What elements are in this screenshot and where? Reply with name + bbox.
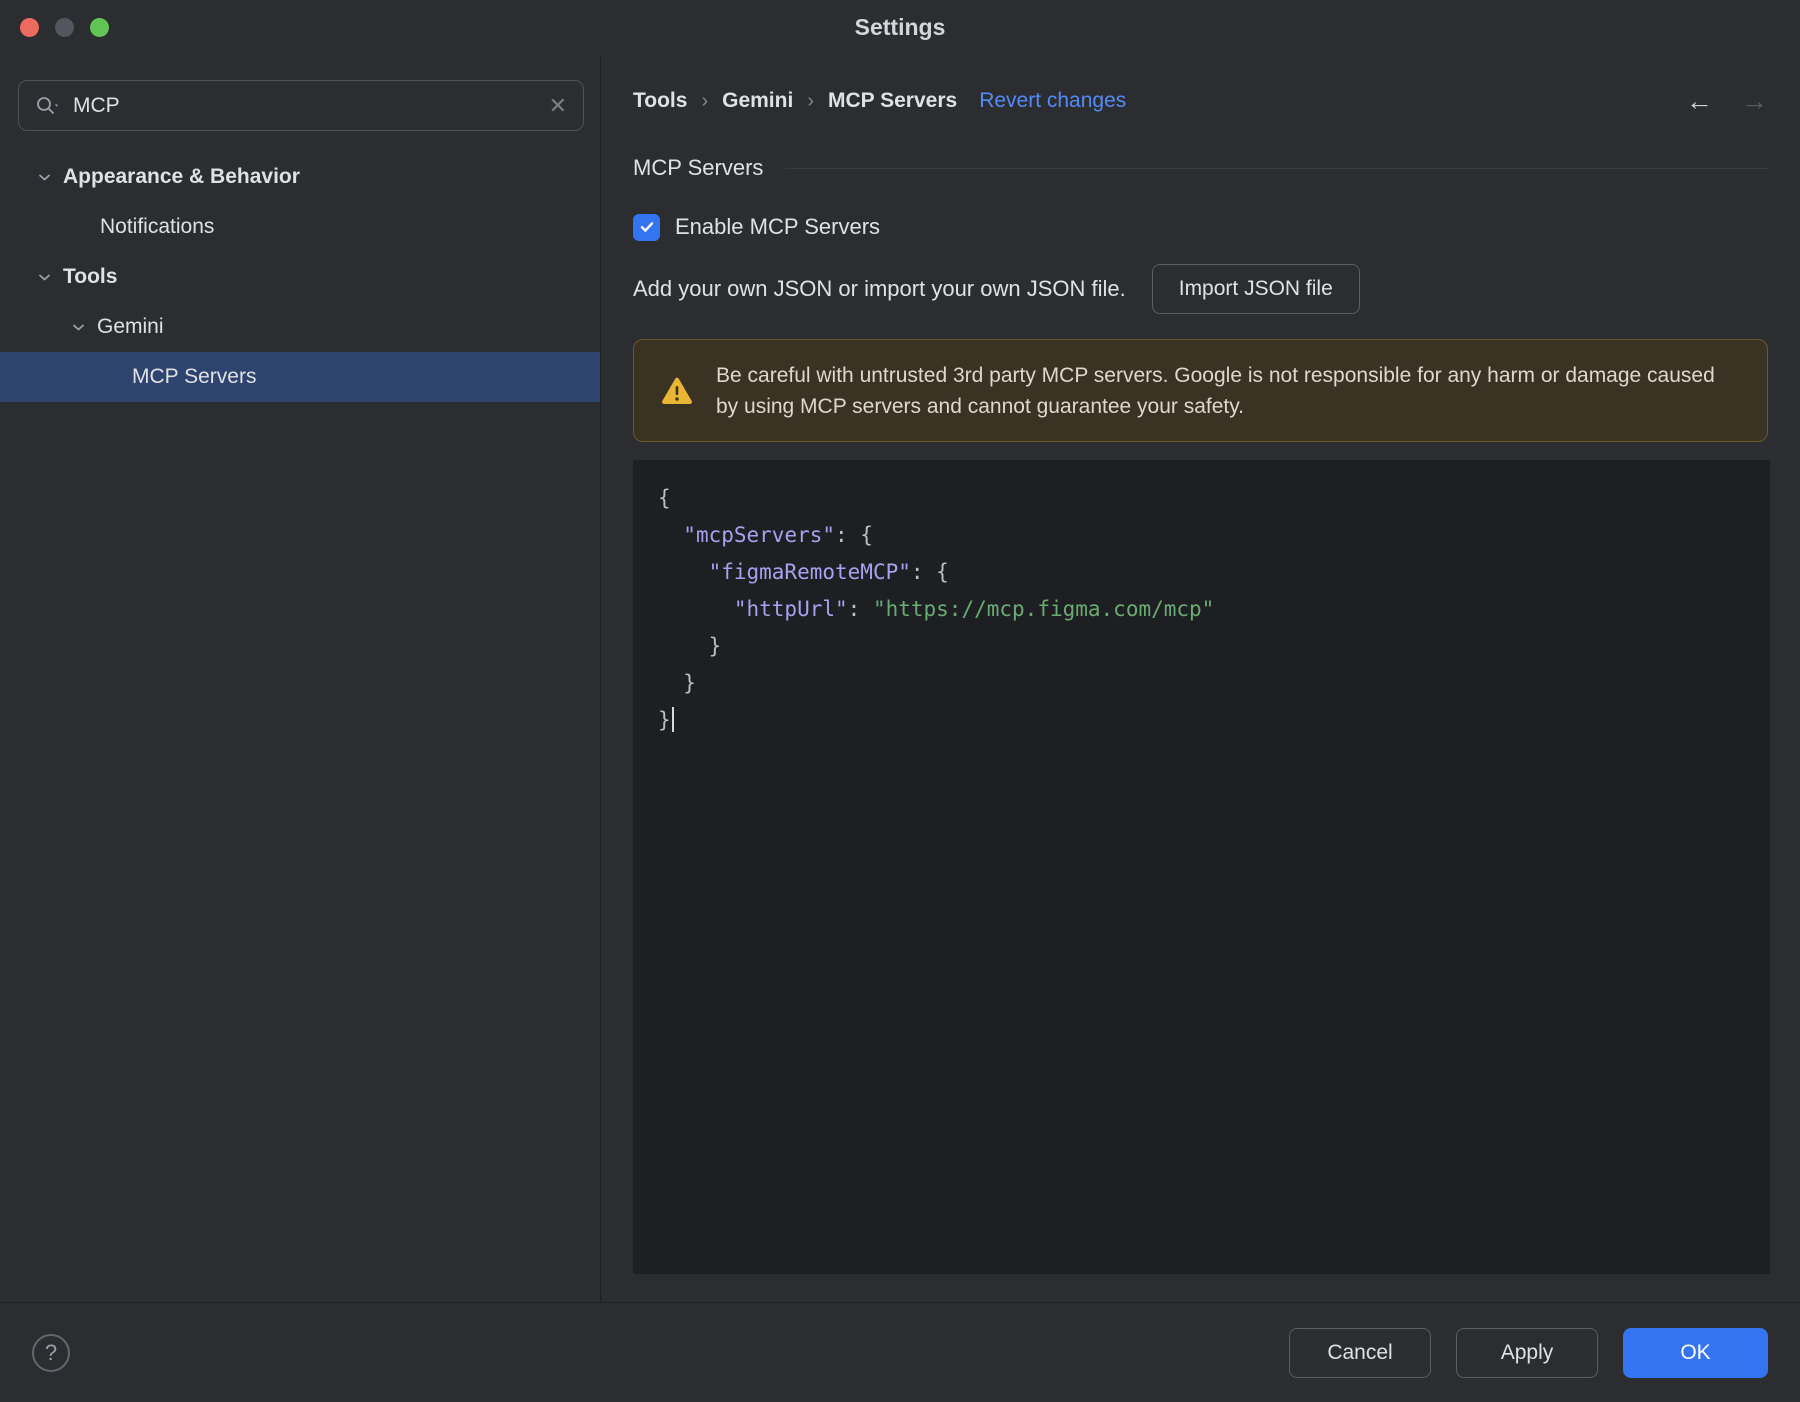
sidebar-item-label: Notifications [100, 215, 215, 238]
breadcrumb-item-tools[interactable]: Tools [633, 89, 687, 113]
json-code: { "mcpServers": { "figmaRemoteMCP": { "h… [658, 480, 1745, 739]
code-line: { [658, 486, 671, 510]
code-line: } [708, 634, 722, 658]
settings-sidebar: ✕ Appearance & Behavior Notifications To… [0, 55, 601, 1302]
settings-main-pane: Tools › Gemini › MCP Servers Revert chan… [601, 55, 1800, 1302]
sidebar-item-label: Appearance & Behavior [63, 165, 300, 188]
add-json-text: Add your own JSON or import your own JSO… [633, 276, 1126, 301]
search-icon[interactable] [35, 95, 61, 117]
title-bar: Settings [0, 0, 1800, 55]
back-arrow-icon[interactable]: ← [1686, 87, 1713, 115]
json-editor[interactable]: { "mcpServers": { "figmaRemoteMCP": { "h… [633, 460, 1770, 1274]
breadcrumb-item-gemini[interactable]: Gemini [722, 89, 793, 113]
settings-tree: Appearance & Behavior Notifications Tool… [0, 152, 600, 402]
section-header: MCP Servers [633, 150, 1768, 186]
help-button[interactable]: ? [32, 1333, 70, 1372]
cancel-button[interactable]: Cancel [1289, 1327, 1431, 1378]
sidebar-item-tools[interactable]: Tools [0, 252, 600, 302]
enable-mcp-checkbox[interactable] [633, 213, 660, 241]
history-nav: ← → [1686, 87, 1768, 115]
warning-text: Be careful with untrusted 3rd party MCP … [716, 363, 1715, 418]
sidebar-item-notifications[interactable]: Notifications [0, 202, 600, 252]
warning-banner: Be careful with untrusted 3rd party MCP … [633, 339, 1768, 442]
window-title: Settings [854, 14, 946, 40]
text-cursor-caret [671, 707, 674, 732]
breadcrumb: Tools › Gemini › MCP Servers Revert chan… [633, 75, 1768, 127]
clear-search-icon[interactable]: ✕ [549, 94, 567, 117]
code-line: "mcpServers": { [683, 523, 873, 547]
enable-mcp-label: Enable MCP Servers [675, 214, 881, 239]
section-title: MCP Servers [633, 155, 764, 180]
search-input[interactable] [73, 93, 537, 118]
sidebar-item-label: MCP Servers [132, 365, 257, 388]
add-json-row: Add your own JSON or import your own JSO… [633, 264, 1768, 314]
breadcrumb-item-mcp-servers[interactable]: MCP Servers [828, 89, 957, 113]
section-divider [785, 167, 1768, 169]
settings-search-field[interactable]: ✕ [18, 80, 584, 131]
sidebar-item-appearance-behavior[interactable]: Appearance & Behavior [0, 152, 600, 202]
chevron-down-icon[interactable] [38, 273, 51, 282]
import-json-file-button[interactable]: Import JSON file [1151, 264, 1360, 314]
code-line: } [658, 702, 1745, 739]
sidebar-item-mcp-servers[interactable]: MCP Servers [0, 352, 600, 402]
sidebar-item-gemini[interactable]: Gemini [0, 302, 600, 352]
chevron-down-icon[interactable] [38, 173, 51, 182]
warning-icon [660, 376, 694, 406]
forward-arrow-icon[interactable]: → [1741, 87, 1768, 115]
dialog-footer: ? Cancel Apply OK [0, 1302, 1800, 1402]
code-line: "figmaRemoteMCP": { [708, 560, 949, 584]
chevron-down-icon[interactable] [72, 323, 85, 332]
code-line: } [683, 671, 696, 695]
sidebar-item-label: Gemini [97, 315, 164, 338]
breadcrumb-separator: › [807, 89, 814, 112]
enable-mcp-servers-row[interactable]: Enable MCP Servers [633, 209, 880, 245]
revert-changes-link[interactable]: Revert changes [979, 89, 1126, 113]
ok-button[interactable]: OK [1623, 1327, 1768, 1378]
code-line: "httpUrl": "https://mcp.figma.com/mcp" [733, 597, 1215, 621]
settings-window: Settings ✕ Appearance & Behavior [0, 0, 1800, 1402]
sidebar-item-label: Tools [63, 265, 118, 288]
breadcrumb-separator: › [701, 89, 709, 112]
apply-button[interactable]: Apply [1456, 1327, 1598, 1378]
